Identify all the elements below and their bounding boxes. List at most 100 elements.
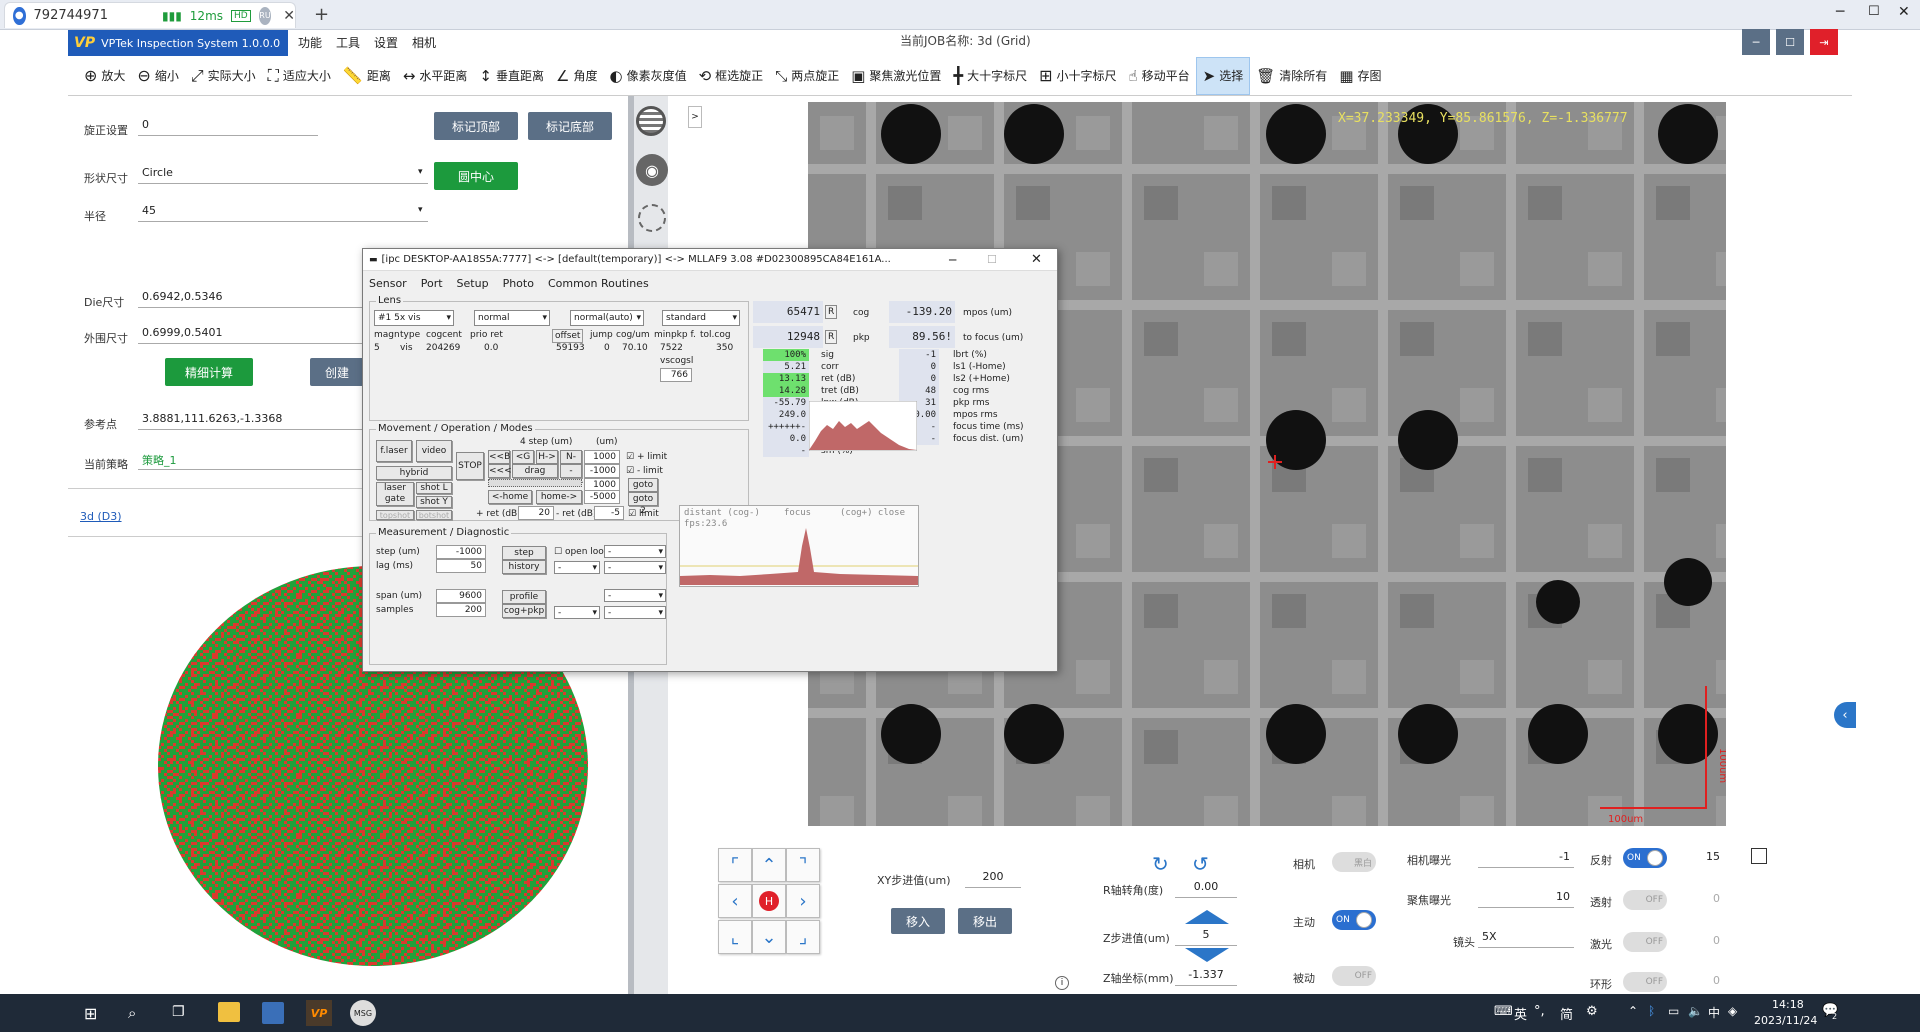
- history-button[interactable]: history: [502, 560, 546, 574]
- topshot-button[interactable]: topshot: [376, 510, 414, 520]
- box-rotate-button[interactable]: ⟲ 框选旋正: [693, 57, 770, 95]
- bluetooth-icon[interactable]: ᛒ: [1648, 1004, 1655, 1018]
- circle-center-button[interactable]: 圆中心: [434, 162, 518, 190]
- job-link[interactable]: 3d (D3): [80, 510, 122, 523]
- ref-point-input[interactable]: 3.8881,111.6263,-1.3368: [138, 410, 364, 430]
- goto2-input[interactable]: -5000: [584, 490, 620, 504]
- shape-select[interactable]: Circle: [138, 164, 428, 184]
- lens-select[interactable]: #1 5x vis: [374, 310, 454, 326]
- task-view-icon[interactable]: ❐: [172, 1004, 185, 1020]
- move-in-button[interactable]: 移入: [891, 908, 945, 934]
- camera-mode-toggle[interactable]: 黑白: [1332, 852, 1376, 872]
- grid-globe-icon[interactable]: [636, 106, 666, 136]
- maximize-icon[interactable]: ☐: [1868, 4, 1880, 19]
- ring-toggle[interactable]: OFF: [1623, 972, 1667, 992]
- xy-step-input[interactable]: 200: [965, 868, 1021, 888]
- menu-function[interactable]: 功能: [298, 34, 322, 51]
- meas-select-4[interactable]: -: [604, 589, 666, 602]
- two-point-rotate-button[interactable]: ⤡ 两点旋正: [769, 57, 845, 95]
- close-window-icon[interactable]: ✕: [1898, 4, 1910, 20]
- home-left-button[interactable]: <-home: [488, 490, 532, 504]
- z-up-icon[interactable]: [1185, 910, 1229, 924]
- menu-settings[interactable]: 设置: [374, 34, 398, 51]
- small-cross-button[interactable]: ⊞ 小十字标尺: [1033, 57, 1122, 95]
- menu-photo[interactable]: Photo: [503, 277, 534, 290]
- volume-icon[interactable]: 🔈: [1688, 1004, 1703, 1018]
- laser-gate-button[interactable]: laser gate: [376, 482, 414, 506]
- radius-select[interactable]: 45: [138, 202, 428, 222]
- chevron-down-icon[interactable]: ▾: [418, 167, 423, 177]
- collapse-right-icon[interactable]: ‹: [1834, 702, 1856, 728]
- rotate-cw-icon[interactable]: ↺: [1192, 852, 1209, 876]
- plus-limit-check[interactable]: ☑ + limit: [626, 451, 667, 463]
- jog-down[interactable]: ⌄: [752, 920, 786, 954]
- create-button[interactable]: 创建: [310, 358, 364, 386]
- jog-home[interactable]: H: [752, 884, 786, 918]
- die-size-input[interactable]: 0.6942,0.5346: [138, 288, 364, 308]
- meas-step-input[interactable]: -1000: [436, 545, 486, 559]
- focus-laser-button[interactable]: ▣ 聚焦激光位置: [845, 57, 947, 95]
- meas-select-5[interactable]: -: [554, 606, 600, 619]
- meas-select-3[interactable]: -: [604, 561, 666, 574]
- select-button[interactable]: ➤ 选择: [1195, 56, 1251, 95]
- minus-limit-check[interactable]: ☑ - limit: [626, 465, 663, 477]
- network-icon[interactable]: ▭: [1668, 1004, 1679, 1018]
- rotate-input[interactable]: 0: [138, 116, 318, 136]
- hybrid-button[interactable]: hybrid: [376, 466, 452, 480]
- jog-left[interactable]: ‹: [718, 884, 752, 918]
- settings-icon[interactable]: ⚙: [1586, 1004, 1598, 1019]
- z-down-icon[interactable]: [1185, 948, 1229, 962]
- save-image-button[interactable]: ▦ 存图: [1333, 57, 1387, 95]
- passive-toggle[interactable]: OFF: [1332, 966, 1376, 986]
- menu-tools[interactable]: 工具: [336, 34, 360, 51]
- vscogsl-input[interactable]: 766: [660, 368, 692, 382]
- step-back-button[interactable]: <<<-: [488, 464, 515, 478]
- video-button[interactable]: video: [416, 440, 452, 462]
- home-right-button[interactable]: home->: [536, 490, 582, 504]
- cog-pkp-button[interactable]: cog+pkp: [502, 604, 546, 618]
- open-loop-check[interactable]: ☐ open loop: [554, 546, 610, 558]
- z-step-input[interactable]: 5: [1175, 926, 1237, 946]
- outer-size-input[interactable]: 0.6999,0.5401: [138, 324, 364, 344]
- shield-icon[interactable]: ◈: [1728, 1004, 1737, 1018]
- distance-button[interactable]: 📏 距离: [337, 57, 397, 95]
- info-icon[interactable]: i: [1055, 976, 1069, 990]
- mode-select-1[interactable]: normal: [474, 310, 550, 326]
- meas-select-6[interactable]: -: [604, 606, 666, 619]
- app-exit-icon[interactable]: ⇥: [1810, 29, 1838, 55]
- jog-up[interactable]: ⌃: [752, 848, 786, 882]
- remote-session-tab[interactable]: ● 792744971 ▮▮▮ 12ms HD RU ✕: [4, 2, 296, 28]
- jog-right[interactable]: ›: [786, 884, 820, 918]
- ime-mode[interactable]: 中: [1708, 1004, 1720, 1021]
- move-out-button[interactable]: 移出: [958, 908, 1012, 934]
- step-b-button[interactable]: <<B: [488, 450, 510, 464]
- jog-up-left[interactable]: ⌜: [718, 848, 752, 882]
- step-n-button[interactable]: N->>: [560, 450, 582, 474]
- menu-camera[interactable]: 相机: [412, 34, 436, 51]
- meas-select-2[interactable]: -: [554, 561, 600, 574]
- reflect-toggle[interactable]: ON: [1623, 848, 1667, 868]
- limit-check[interactable]: ☑ limit: [628, 508, 659, 520]
- lens-select[interactable]: 5X: [1478, 928, 1574, 948]
- stop-button[interactable]: STOP: [456, 452, 484, 480]
- focus-exposure-input[interactable]: 10: [1478, 888, 1574, 908]
- reflect-checkbox[interactable]: [1751, 848, 1767, 864]
- limit-minus-input[interactable]: -1000: [584, 464, 620, 478]
- jog-down-right[interactable]: ⌟: [786, 920, 820, 954]
- jog-down-left[interactable]: ⌞: [718, 920, 752, 954]
- app-minimize-icon[interactable]: ─: [1742, 29, 1770, 55]
- zoom-out-button[interactable]: ⊖ 缩小: [131, 57, 184, 95]
- vertical-distance-button[interactable]: ↕ 垂直距离: [473, 57, 550, 95]
- search-icon[interactable]: ⌕: [128, 1004, 136, 1022]
- dialog-maximize-icon[interactable]: ☐: [987, 253, 997, 266]
- goto1-button[interactable]: goto 1: [628, 478, 658, 502]
- shot-l-button[interactable]: shot L: [416, 482, 452, 494]
- mark-top-button[interactable]: 标记顶部: [434, 112, 518, 140]
- app-taskbar-icon[interactable]: [262, 1002, 284, 1024]
- msg-taskbar-icon[interactable]: MSG: [350, 1000, 376, 1026]
- fine-calc-button[interactable]: 精细计算: [165, 358, 253, 386]
- meas-span-input[interactable]: 9600: [436, 589, 486, 603]
- angle-button[interactable]: ∠ 角度: [550, 57, 603, 95]
- dialog-minimize-icon[interactable]: ─: [949, 253, 956, 267]
- menu-common-routines[interactable]: Common Routines: [548, 277, 649, 290]
